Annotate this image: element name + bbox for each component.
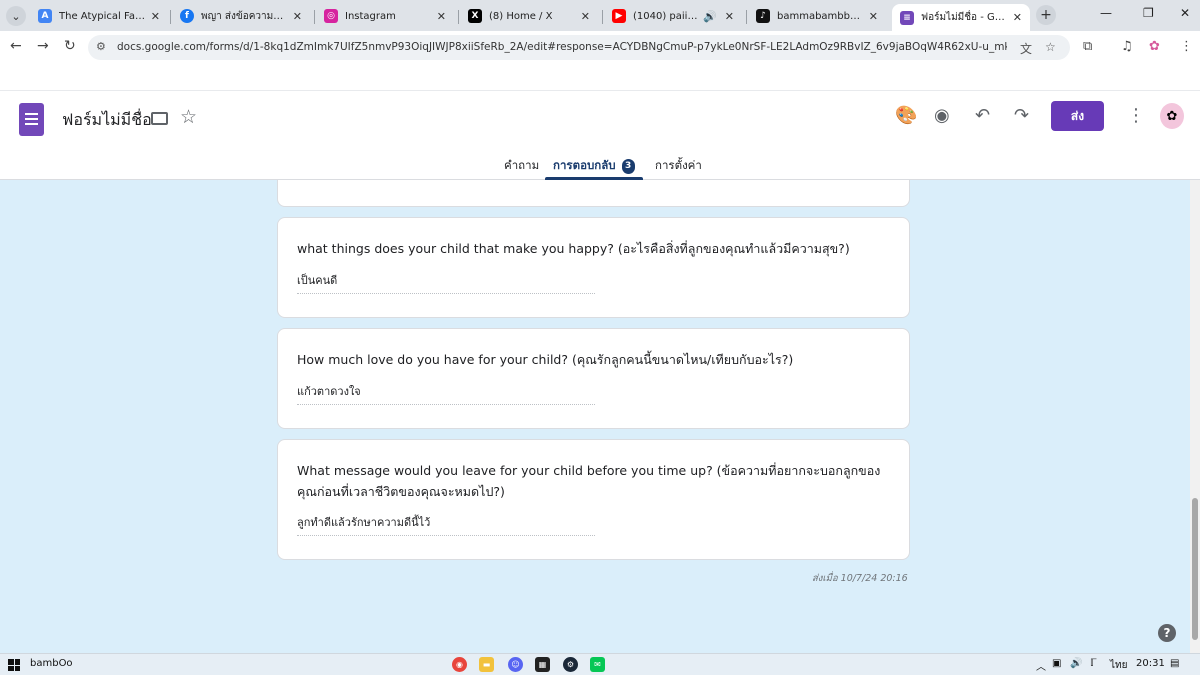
tiktok-icon: ♪ xyxy=(756,9,770,23)
google-forms-logo-icon[interactable] xyxy=(19,103,44,136)
browser-tab-strip: ⌄ A The Atypical Family EP ✕ f พญา ส่งข้… xyxy=(0,0,1200,31)
browser-menu-icon[interactable]: ⋮ xyxy=(1180,39,1193,54)
notification-icon[interactable]: ▤ xyxy=(1170,658,1179,669)
ime-icon[interactable]: ℾ xyxy=(1090,658,1097,669)
close-tab-icon[interactable]: ✕ xyxy=(437,10,446,23)
avatar[interactable]: ✿ xyxy=(1160,103,1184,129)
forms-header: ฟอร์มไม่มีชื่อ ☆ 🎨 ◉ ↶ ↷ ส่ง ⋮ ✿ คำถาม ก… xyxy=(0,90,1200,180)
translate-icon[interactable]: 文 xyxy=(1020,40,1032,57)
volume-icon[interactable]: 🔊 xyxy=(1070,658,1082,669)
tray-device-icon[interactable]: ▣ xyxy=(1052,658,1061,669)
submitted-timestamp: ส่งเมื่อ 10/7/24 20:16 xyxy=(812,573,908,584)
tray-chevron-icon[interactable]: ︿ xyxy=(1036,658,1046,673)
taskbar: bambOo ◉ ▬ ☺ ▦ ⚙ ✉ ︿ ▣ 🔊 ℾ ไทย 20:31 ▤ xyxy=(0,653,1200,675)
restore-icon[interactable]: ❐ xyxy=(1143,6,1154,20)
browser-tab[interactable]: A The Atypical Family EP ✕ xyxy=(30,4,168,28)
reload-icon[interactable]: ↻ xyxy=(64,38,76,54)
address-bar[interactable]: ⚙ docs.google.com/forms/d/1-8kq1dZmImk7U… xyxy=(88,35,1070,60)
back-icon[interactable]: ← xyxy=(10,38,22,54)
discord-icon[interactable]: ☺ xyxy=(508,657,523,672)
profile-icon[interactable]: ✿ xyxy=(1149,39,1160,54)
x-icon: X xyxy=(468,9,482,23)
send-button[interactable]: ส่ง xyxy=(1051,101,1104,131)
form-tabs: คำถาม การตอบกลับ 3 การตั้งค่า xyxy=(0,155,1200,181)
palette-icon[interactable]: 🎨 xyxy=(895,105,917,126)
response-card: What message would you leave for your ch… xyxy=(277,439,910,560)
tab-divider xyxy=(458,10,459,24)
file-explorer-icon[interactable]: ▬ xyxy=(479,657,494,672)
docs-icon: A xyxy=(38,9,52,23)
close-tab-icon[interactable]: ✕ xyxy=(1013,11,1022,24)
tab-settings[interactable]: การตั้งค่า xyxy=(655,157,702,175)
windows-start-icon[interactable] xyxy=(8,659,20,671)
browser-tab[interactable]: f พญา ส่งข้อความถึงคุณ ✕ xyxy=(172,4,310,28)
question-text: How much love do you have for your child… xyxy=(297,352,794,367)
browser-tab[interactable]: ▶ (1040) paiiinntt x L 🔊 ✕ xyxy=(604,4,742,28)
browser-tab[interactable]: ◎ Instagram ✕ xyxy=(316,4,454,28)
extensions-icon[interactable]: ⧉ xyxy=(1083,39,1092,54)
browser-tab-active[interactable]: ≡ ฟอร์มไม่มีชื่อ - Google ✕ xyxy=(892,4,1030,31)
close-tab-icon[interactable]: ✕ xyxy=(725,10,734,23)
close-window-icon[interactable]: ✕ xyxy=(1180,6,1190,20)
close-tab-icon[interactable]: ✕ xyxy=(293,10,302,23)
tab-responses[interactable]: การตอบกลับ 3 xyxy=(553,157,635,175)
instagram-icon: ◎ xyxy=(324,9,338,23)
youtube-icon: ▶ xyxy=(612,9,626,23)
game-app-icon[interactable]: ▦ xyxy=(535,657,550,672)
steam-icon[interactable]: ⚙ xyxy=(563,657,578,672)
close-tab-icon[interactable]: ✕ xyxy=(869,10,878,23)
form-title[interactable]: ฟอร์มไม่มีชื่อ xyxy=(62,108,152,133)
minimize-icon[interactable]: — xyxy=(1100,6,1112,20)
redo-icon[interactable]: ↷ xyxy=(1014,105,1029,126)
tab-divider xyxy=(746,10,747,24)
help-icon[interactable]: ? xyxy=(1158,624,1176,642)
tab-divider xyxy=(602,10,603,24)
browser-tab[interactable]: X (8) Home / X ✕ xyxy=(460,4,598,28)
speaker-icon[interactable]: 🔊 xyxy=(703,10,717,23)
forward-icon[interactable]: → xyxy=(37,38,49,54)
clock-time[interactable]: 20:31 xyxy=(1136,658,1165,669)
taskbar-user-label[interactable]: bambOo xyxy=(30,658,73,669)
responses-count-badge: 3 xyxy=(621,158,635,174)
tab-divider xyxy=(170,10,171,24)
response-card-partial xyxy=(277,180,910,207)
facebook-icon: f xyxy=(180,9,194,23)
line-icon[interactable]: ✉ xyxy=(590,657,605,672)
response-card: what things does your child that make yo… xyxy=(277,217,910,318)
language-indicator[interactable]: ไทย xyxy=(1110,658,1127,673)
browser-toolbar: ← → ↻ ⚙ docs.google.com/forms/d/1-8kq1dZ… xyxy=(0,31,1200,63)
response-card: How much love do you have for your child… xyxy=(277,328,910,429)
response-view: what things does your child that make yo… xyxy=(0,180,1190,653)
question-text: what things does your child that make yo… xyxy=(297,241,850,256)
close-tab-icon[interactable]: ✕ xyxy=(581,10,590,23)
tab-questions[interactable]: คำถาม xyxy=(504,157,539,175)
answer-text: แก้วตาดวงใจ xyxy=(297,382,595,405)
folder-icon[interactable] xyxy=(151,112,168,125)
media-controls-icon[interactable]: ♫ xyxy=(1121,39,1133,54)
new-tab-button[interactable]: + xyxy=(1036,5,1056,25)
star-icon[interactable]: ☆ xyxy=(180,106,197,128)
close-tab-icon[interactable]: ✕ xyxy=(151,10,160,23)
browser-tab[interactable]: ♪ bammabambbam (@b ✕ xyxy=(748,4,886,28)
chrome-icon[interactable]: ◉ xyxy=(452,657,467,672)
url-text[interactable]: docs.google.com/forms/d/1-8kq1dZmImk7UIf… xyxy=(117,41,1007,53)
preview-eye-icon[interactable]: ◉ xyxy=(934,105,950,126)
scrollbar-thumb[interactable] xyxy=(1192,498,1198,640)
tab-divider xyxy=(314,10,315,24)
answer-text: ลูกทำดีแล้วรักษาความดีนี้ไว้ xyxy=(297,513,595,536)
tab-search-menu-icon[interactable]: ⌄ xyxy=(6,6,26,26)
site-info-icon[interactable]: ⚙ xyxy=(96,40,106,53)
forms-icon: ≡ xyxy=(900,10,914,25)
bookmark-star-icon[interactable]: ☆ xyxy=(1045,40,1056,54)
undo-icon[interactable]: ↶ xyxy=(975,105,990,126)
more-options-icon[interactable]: ⋮ xyxy=(1127,105,1145,126)
answer-text: เป็นคนดี xyxy=(297,271,595,294)
question-text: What message would you leave for your ch… xyxy=(297,463,881,499)
